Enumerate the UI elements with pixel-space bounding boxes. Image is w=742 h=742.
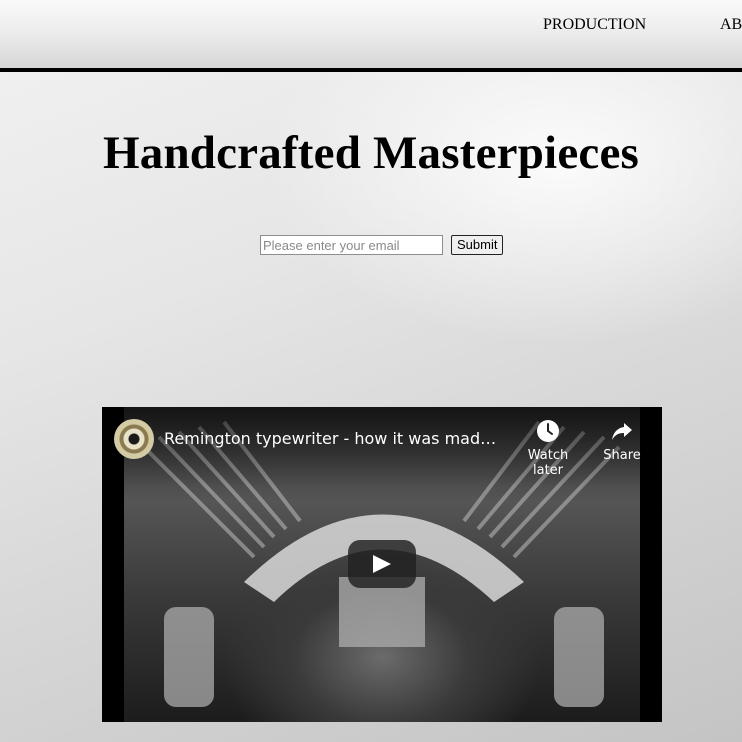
play-button[interactable] — [348, 540, 416, 588]
share-button[interactable]: Share — [598, 419, 646, 463]
watch-later-label: Watch later — [527, 448, 569, 478]
email-field[interactable] — [260, 235, 443, 255]
nav-link-about[interactable]: AB — [720, 16, 742, 34]
top-navbar: PRODUCTION AB — [0, 0, 742, 72]
video-title[interactable]: Remington typewriter - how it was made … — [164, 429, 502, 448]
nav-link-production[interactable]: PRODUCTION — [543, 16, 646, 34]
clock-icon — [537, 420, 559, 442]
email-signup-form: Submit — [260, 234, 504, 256]
watch-later-button[interactable]: Watch later — [512, 419, 584, 478]
video-player[interactable]: Remington typewriter - how it was made …… — [102, 407, 662, 722]
page-title: Handcrafted Masterpieces — [102, 127, 639, 179]
share-label: Share — [603, 448, 641, 463]
share-arrow-icon — [612, 423, 632, 440]
play-icon — [373, 555, 391, 573]
channel-avatar[interactable] — [114, 419, 154, 459]
submit-button[interactable]: Submit — [451, 235, 504, 255]
